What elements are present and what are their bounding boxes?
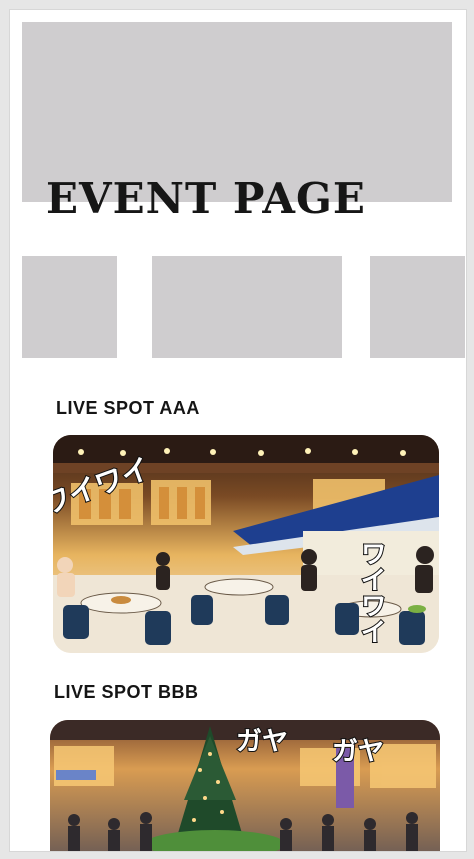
gallery-thumbnail-1[interactable]: [22, 256, 117, 358]
svg-text:ワイワイ: ワイワイ: [356, 540, 386, 644]
svg-text:ガヤ: ガヤ: [332, 737, 384, 767]
spot-image-aaa[interactable]: ワイワイ ワイワイ: [53, 435, 439, 653]
svg-text:ガヤ: ガヤ: [236, 727, 288, 757]
gallery-thumbnail-2[interactable]: [152, 256, 342, 358]
spot-image-bbb[interactable]: ガヤ ガヤ: [50, 720, 440, 851]
gallery-thumbnail-3[interactable]: [370, 256, 465, 358]
mall-atrium-illustration: ガヤ ガヤ: [50, 720, 440, 851]
page-title: EVENT PAGE: [46, 174, 366, 223]
spot-title-bbb: LIVE SPOT BBB: [54, 682, 199, 702]
spot-title-aaa: LIVE SPOT AAA: [56, 398, 200, 418]
food-court-illustration: ワイワイ ワイワイ: [53, 435, 439, 653]
event-page-card: EVENT PAGE LIVE SPOT AAA ワイワイ ワイワイ LIVE …: [9, 9, 467, 852]
